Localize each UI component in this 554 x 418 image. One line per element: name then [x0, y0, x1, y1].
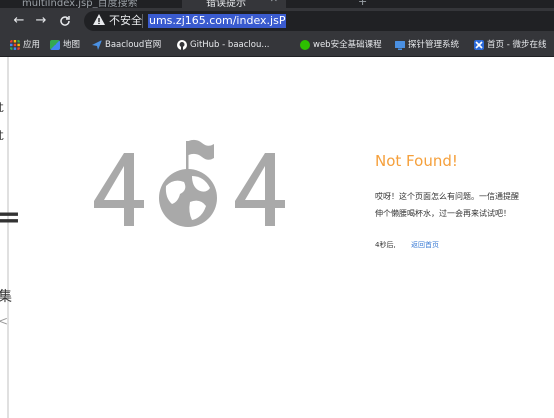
background-text-fragment: t — [0, 100, 4, 116]
x-logo-icon — [474, 39, 484, 50]
url-text[interactable]: ums.zj165.com/index.jsP — [148, 14, 287, 28]
bookmark-label: 探针管理系统 — [408, 40, 460, 50]
github-icon — [177, 39, 187, 50]
bookmark-apps[interactable]: 应用 — [10, 38, 40, 52]
back-arrow-icon[interactable]: ← — [10, 12, 28, 30]
tab-title: 错误提示 — [206, 0, 246, 8]
maps-icon — [50, 39, 60, 50]
tab-error-page[interactable]: 错误提示 ✕ — [182, 0, 286, 8]
error-404-illustration — [94, 139, 285, 227]
bookmark-maps[interactable]: 地图 — [50, 38, 80, 52]
bookmark-web-security-course[interactable]: web安全基础课程 — [300, 38, 382, 52]
apps-grid-icon — [10, 39, 20, 50]
monitor-icon — [395, 40, 405, 50]
background-text-fragment: = — [0, 200, 22, 235]
description-line: 伸个懒腰喝杯水，过一会再来试试吧！ — [375, 209, 511, 218]
reload-icon[interactable] — [56, 12, 74, 30]
browser-toolbar: ← → 不安全 ums.zj165.com/index.jsP — [0, 8, 554, 34]
paper-plane-icon — [92, 39, 102, 50]
bookmark-threatbook[interactable]: 首页 - 微步在线 — [474, 38, 546, 52]
page-content — [0, 57, 554, 418]
background-text-fragment: 集 — [0, 289, 12, 305]
bookmark-label: Baacloud官网 — [105, 40, 162, 50]
background-text-fragment: t — [0, 128, 4, 144]
bookmark-label: 应用 — [23, 40, 41, 50]
description-line: 哎呀！这个页面怎么有问题。一信通提醒 — [375, 192, 519, 201]
bookmark-label: 首页 - 微步在线 — [487, 40, 547, 50]
close-tab-icon[interactable]: ✕ — [270, 0, 278, 5]
bookmark-label: 地图 — [63, 40, 81, 50]
wechat-icon — [300, 39, 310, 50]
warning-icon — [93, 14, 105, 25]
tab-baidu-search[interactable]: multiIndex.jsp_百度搜索 — [22, 0, 138, 8]
redirect-countdown: 4秒后, — [375, 241, 396, 249]
security-status[interactable]: 不安全 — [109, 14, 142, 28]
tab-title: multiIndex.jsp_百度搜索 — [22, 0, 138, 8]
bookmark-label: GitHub - baaclou... — [190, 40, 270, 50]
divider — [142, 14, 143, 28]
error-description: 哎呀！这个页面怎么有问题。一信通提醒 伸个懒腰喝杯水，过一会再来试试吧！ — [375, 188, 519, 222]
bookmark-label: web安全基础课程 — [313, 40, 382, 50]
tab-strip: multiIndex.jsp_百度搜索 错误提示 ✕ + — [0, 0, 554, 8]
bookmarks-bar: 应用 地图 Baacloud官网 GitHub - baaclou... web… — [0, 34, 554, 57]
background-text-fragment: < — [0, 314, 9, 328]
address-bar[interactable]: 不安全 ums.zj165.com/index.jsP — [84, 11, 554, 31]
not-found-heading: Not Found! — [375, 152, 458, 170]
bookmark-baacloud[interactable]: Baacloud官网 — [92, 38, 161, 52]
bookmark-probe-management[interactable]: 探针管理系统 — [395, 38, 459, 52]
bookmark-github[interactable]: GitHub - baaclou... — [177, 38, 269, 52]
new-tab-icon[interactable]: + — [358, 0, 367, 8]
forward-arrow-icon[interactable]: → — [32, 12, 50, 30]
return-home-link[interactable]: 返回首页 — [411, 240, 439, 250]
